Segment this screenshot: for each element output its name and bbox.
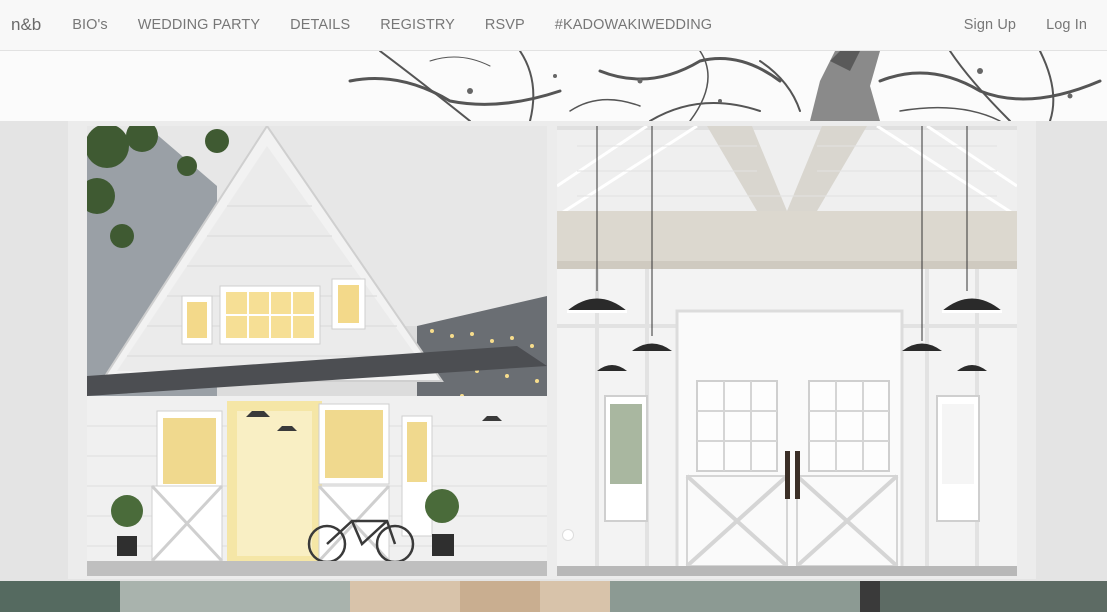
sign-up-link[interactable]: Sign Up bbox=[964, 17, 1016, 33]
nav-item-bios[interactable]: BIO's bbox=[72, 17, 108, 33]
top-navbar: n&b BIO's WEDDING PARTY DETAILS REGISTRY… bbox=[0, 0, 1107, 51]
brand-logo[interactable]: n&b bbox=[11, 15, 41, 35]
log-in-link[interactable]: Log In bbox=[1046, 17, 1087, 33]
barn-interior-photo bbox=[557, 126, 1017, 576]
nav-item-details[interactable]: DETAILS bbox=[290, 17, 350, 33]
main-nav: BIO's WEDDING PARTY DETAILS REGISTRY RSV… bbox=[57, 17, 727, 33]
next-section-image bbox=[0, 581, 1107, 612]
hero-banner-image bbox=[0, 51, 1107, 121]
nav-item-rsvp[interactable]: RSVP bbox=[485, 17, 525, 33]
nav-item-hashtag[interactable]: #KADOWAKIWEDDING bbox=[555, 17, 712, 33]
nav-item-wedding-party[interactable]: WEDDING PARTY bbox=[138, 17, 260, 33]
photo-gallery bbox=[0, 121, 1107, 581]
gallery-frame bbox=[68, 121, 1036, 579]
nav-item-registry[interactable]: REGISTRY bbox=[380, 17, 455, 33]
account-nav: Sign Up Log In bbox=[949, 17, 1102, 33]
barn-exterior-photo bbox=[87, 126, 547, 576]
carousel-indicator-dot[interactable] bbox=[562, 529, 574, 541]
